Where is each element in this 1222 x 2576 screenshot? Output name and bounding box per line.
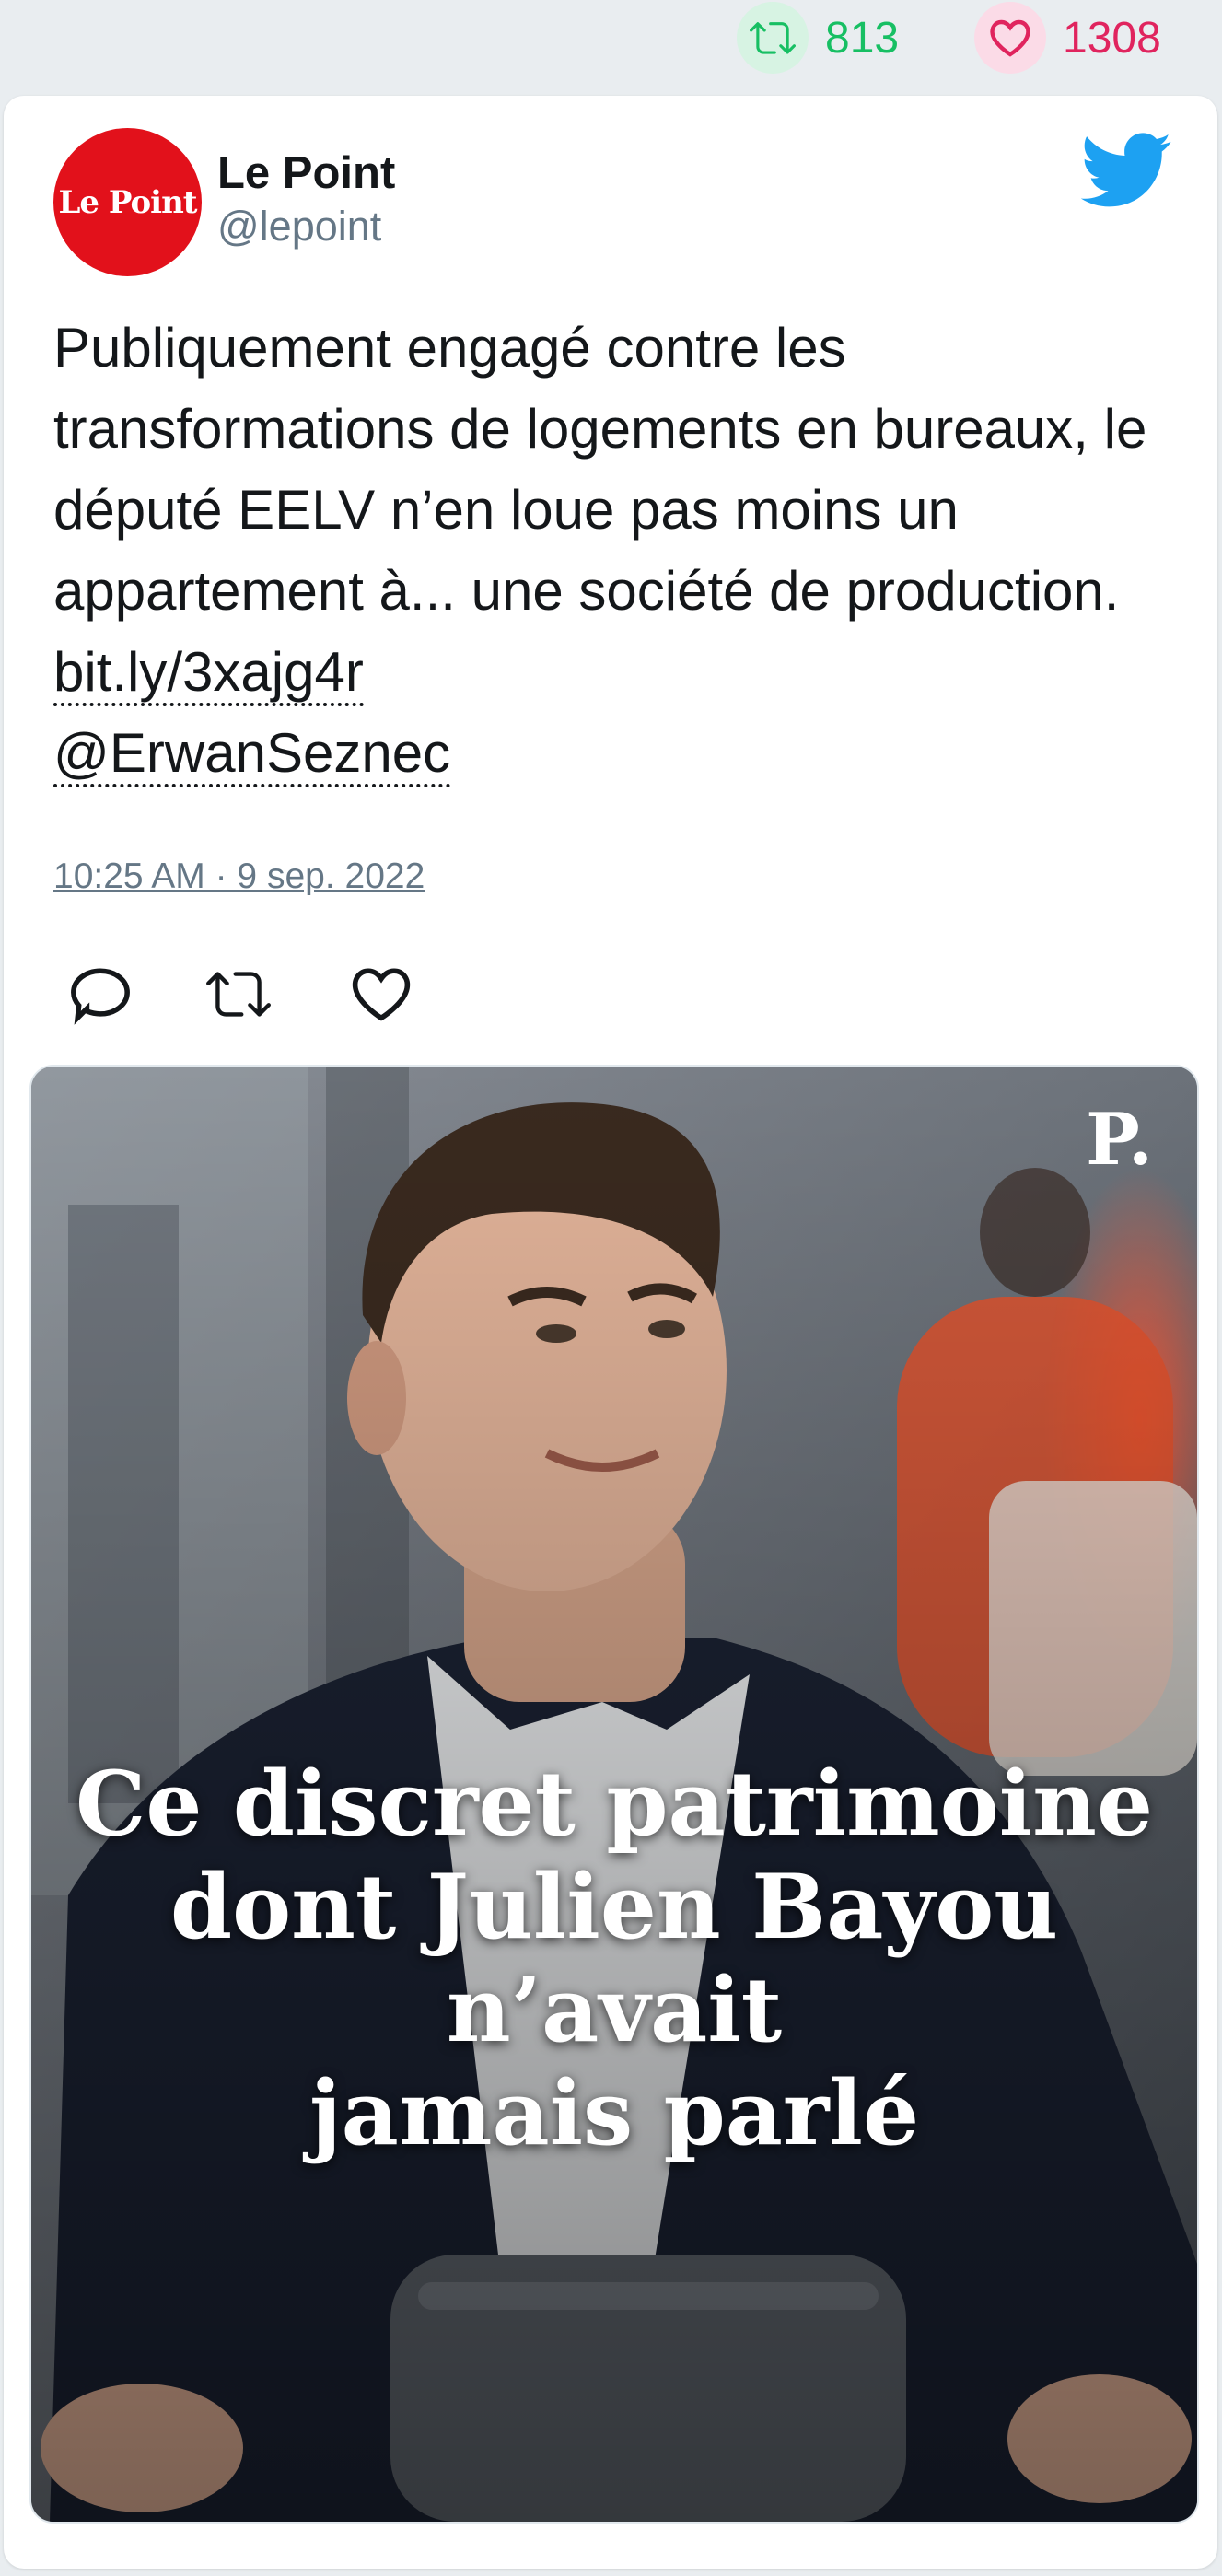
tweet-media-image[interactable]: P. Ce discret patrimoine dont Julien Bay…	[29, 1065, 1199, 2524]
avatar[interactable]: Le Point	[53, 128, 202, 276]
heart-icon[interactable]	[974, 2, 1046, 74]
headline-line-1: Ce discret patrimoine	[75, 1752, 1154, 1856]
tweet-text: Publiquement engagé contre les transform…	[53, 308, 1158, 794]
tweet-link[interactable]: bit.ly/3xajg4r	[53, 641, 364, 706]
like-count[interactable]: 1308	[974, 2, 1161, 74]
tweet-mention[interactable]: @ErwanSeznec	[53, 722, 451, 787]
headline-line-2: dont Julien Bayou n’avait	[169, 1855, 1059, 2062]
headline-line-3: jamais parlé	[308, 2061, 920, 2165]
le-point-logo: P.	[1086, 1098, 1153, 1182]
retweet-count-value: 813	[825, 13, 900, 63]
retweet-action-icon[interactable]	[206, 962, 271, 1026]
retweet-icon[interactable]	[737, 2, 809, 74]
tweet-card: Le Point Le Point @lepoint Publiquement …	[4, 96, 1217, 2569]
account-name[interactable]: Le Point	[217, 147, 395, 199]
twitter-bird-icon[interactable]	[1081, 133, 1173, 208]
media-headline: Ce discret patrimoine dont Julien Bayou …	[31, 1753, 1197, 2165]
retweet-count[interactable]: 813	[737, 2, 900, 74]
like-action-icon[interactable]	[349, 962, 413, 1026]
avatar-logo-text: Le Point	[58, 183, 197, 221]
tweet-body: Publiquement engagé contre les transform…	[53, 317, 1147, 622]
tweet-timestamp[interactable]: 10:25 AM · 9 sep. 2022	[53, 857, 425, 897]
like-count-value: 1308	[1063, 13, 1161, 63]
tweet-stats-bar: 813 1308	[0, 0, 1222, 87]
reply-icon[interactable]	[68, 962, 133, 1026]
account-handle[interactable]: @lepoint	[217, 203, 381, 251]
